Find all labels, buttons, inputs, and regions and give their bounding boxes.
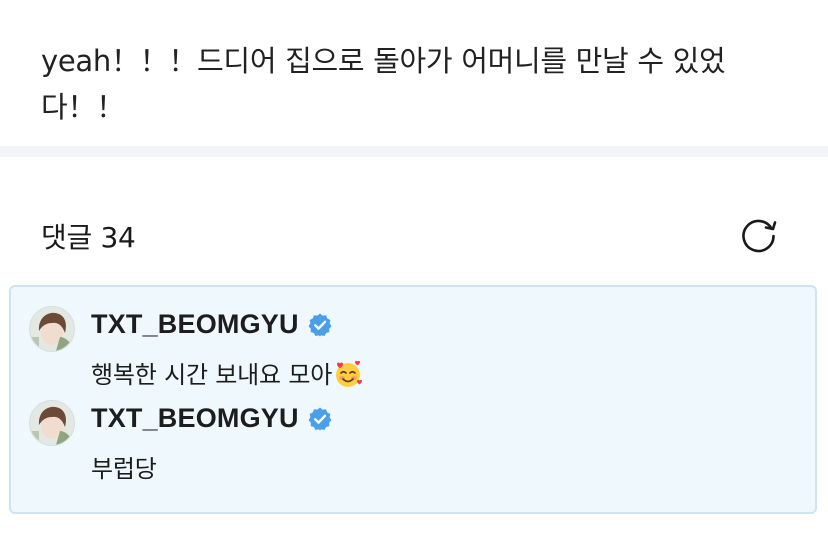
smiling-face-with-hearts-icon (336, 360, 363, 387)
avatar[interactable] (29, 400, 75, 446)
comment-text: 행복한 시간 보내요 모아 (91, 355, 363, 390)
comment-list: TXT_BEOMGYU 행복한 시간 보내요 모아 TXT_BEOMGYU 부럽… (9, 285, 817, 514)
comments-header: 댓글 34 (0, 157, 828, 285)
avatar[interactable] (29, 306, 75, 352)
avatar-image (30, 307, 74, 351)
verified-badge-icon (308, 407, 332, 430)
comment-text: 부럽당 (91, 455, 157, 483)
comment-author-row: TXT_BEOMGYU (91, 403, 333, 434)
avatar-image (30, 401, 74, 445)
comment-author-name[interactable]: TXT_BEOMGYU (91, 403, 299, 434)
comments-count-title: 댓글 34 (41, 221, 136, 254)
refresh-icon (742, 219, 777, 253)
verified-badge-icon (308, 313, 332, 336)
refresh-button[interactable] (740, 214, 780, 254)
post-text: yeah！！！드디어 집으로 돌아가 어머니를 만날 수 있었다！！ (41, 44, 726, 124)
comment-author-row: TXT_BEOMGYU (91, 309, 333, 340)
post-body: yeah！！！드디어 집으로 돌아가 어머니를 만날 수 있었다！！ (0, 0, 828, 146)
section-divider (0, 146, 828, 157)
comment-text-content: 행복한 시간 보내요 모아 (91, 361, 333, 389)
comment-author-name[interactable]: TXT_BEOMGYU (91, 309, 299, 340)
